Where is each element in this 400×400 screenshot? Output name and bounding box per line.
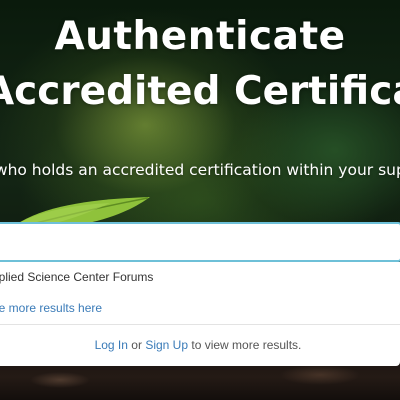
search-results-dropdown: Applied Science Center Forums See more r… [0, 262, 400, 366]
divider [0, 324, 400, 325]
page-title-line-1: Authenticate [54, 14, 346, 59]
hero-section: Authenticate Accredited Certification Ve… [0, 0, 400, 400]
result-item-label: Applied Science Center Forums [0, 270, 154, 284]
subtitle-text: Verify who holds an accredited certifica… [0, 161, 400, 179]
page-title-line-2: Accredited Certification [0, 69, 400, 114]
search-input[interactable] [0, 222, 400, 262]
more-results-link[interactable]: See more results here [0, 301, 102, 315]
login-link[interactable]: Log In [95, 338, 128, 352]
result-item[interactable]: Applied Science Center Forums [0, 270, 153, 284]
more-results-link-label: See more results here [0, 301, 103, 315]
signup-link[interactable]: Sign Up [145, 338, 188, 352]
login-prompt: Log In or Sign Up to view more results. [0, 338, 400, 352]
login-suffix: to view more results. [191, 338, 302, 352]
page-subtitle: Verify who holds an accredited certifica… [0, 161, 400, 179]
login-connector: or [131, 338, 142, 352]
